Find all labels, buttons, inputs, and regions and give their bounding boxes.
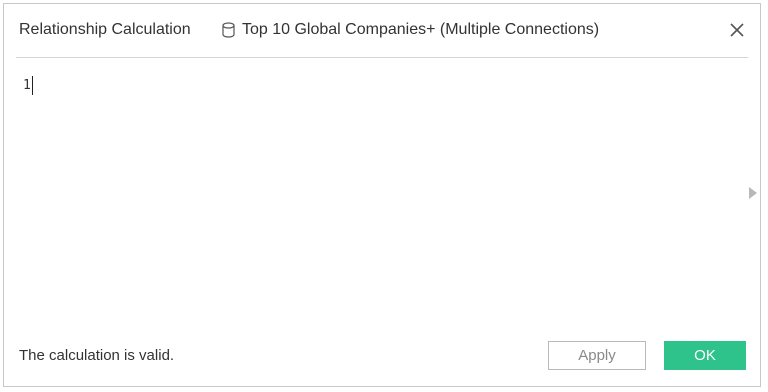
text-caret [32,76,33,95]
close-icon[interactable] [728,21,746,39]
dialog-header: Relationship Calculation Top 10 Global C… [4,4,760,57]
header-divider [16,57,748,58]
chevron-right-icon[interactable] [749,187,757,199]
ok-button[interactable]: OK [664,341,746,370]
relationship-calculation-dialog: Relationship Calculation Top 10 Global C… [3,3,761,387]
datasource-name: Top 10 Global Companies+ (Multiple Conne… [242,21,600,38]
validation-status: The calculation is valid. [19,347,175,364]
dialog-title: Relationship Calculation [19,21,191,38]
datasource-label: Top 10 Global Companies+ (Multiple Conne… [222,21,599,39]
apply-button[interactable]: Apply [548,341,646,370]
database-icon [222,22,235,38]
calculation-editor[interactable]: 1 [16,66,734,326]
calculation-text[interactable]: 1 [23,78,31,93]
